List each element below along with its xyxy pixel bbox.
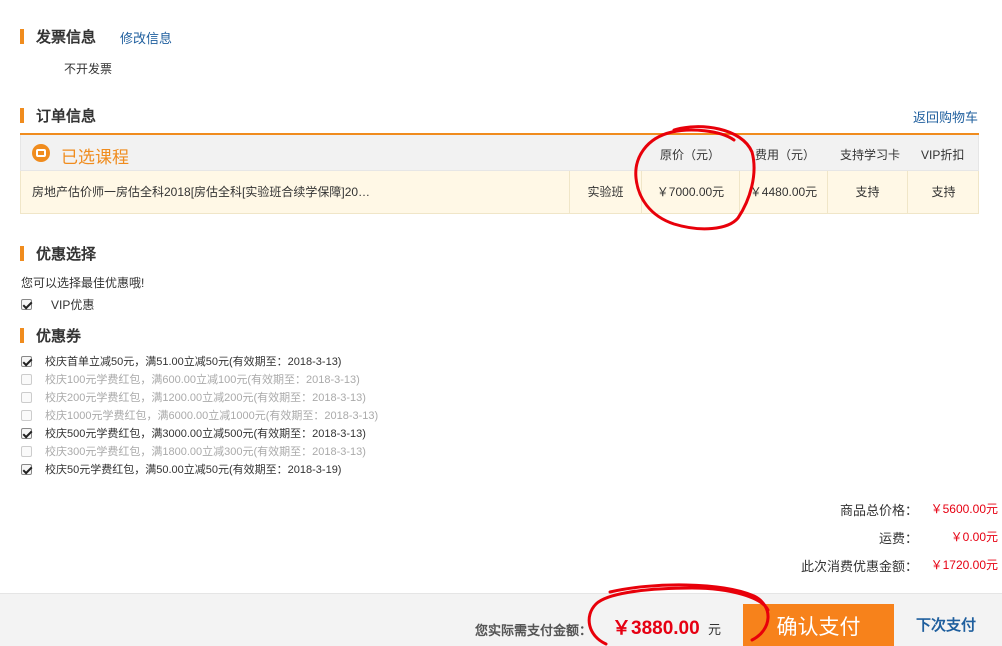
coupon-item: 校庆100元学费红包，满600.00立减100元(有效期至：2018-3-13) [21, 370, 378, 388]
original-price: ￥7000.00元 [641, 171, 739, 213]
coupon-label: 校庆300元学费红包，满1800.00立减300元(有效期至：2018-3-13… [45, 446, 366, 458]
vip-checkbox[interactable] [21, 299, 32, 310]
coupon-item[interactable]: 校庆首单立减50元，满51.00立减50元(有效期至：2018-3-13) [21, 352, 378, 370]
vip-discount-support: 支持 [907, 171, 979, 213]
header-vip-discount: VIP折扣 [921, 148, 965, 162]
course-name: 房地产估价师一房估全科2018[房估全科[实验班合续学保障]20… [32, 185, 371, 199]
shipping-label: 运费： [878, 531, 918, 546]
study-card-support: 支持 [827, 171, 907, 213]
coupon-checkbox[interactable] [21, 463, 32, 475]
selected-courses-label: 已选课程 [61, 148, 129, 167]
order-title: 订单信息 [36, 108, 97, 125]
back-to-cart-link[interactable]: 返回购物车 [913, 107, 978, 126]
order-table-header: 已选课程 原价（元） 费用（元） 支持学习卡 VIP折扣 [20, 135, 979, 171]
coupon-title: 优惠券 [36, 328, 82, 345]
coupon-checkbox [21, 373, 32, 385]
coupon-item: 校庆1000元学费红包，满6000.00立减1000元(有效期至：2018-3-… [21, 406, 378, 424]
discount-amount-label: 此次消费优惠金额： [800, 559, 918, 574]
section-marker [20, 108, 24, 123]
coupon-section-title: 优惠券 [20, 325, 81, 346]
discount-amount-value: ￥1720.00元 [930, 558, 998, 572]
payment-amount: ￥3880.00 [612, 618, 700, 639]
coupon-label: 校庆1000元学费红包，满6000.00立减1000元(有效期至：2018-3-… [45, 410, 379, 422]
shipping-row: 运费： ￥0.00元 [738, 528, 998, 547]
coupon-list: 校庆首单立减50元，满51.00立减50元(有效期至：2018-3-13) 校庆… [21, 352, 378, 478]
table-row: 房地产估价师一房估全科2018[房估全科[实验班合续学保障]20… 实验班 ￥7… [20, 171, 979, 214]
payment-unit: 元 [708, 622, 722, 637]
invoice-title: 发票信息 [36, 29, 97, 46]
coupon-item: 校庆200元学费红包，满1200.00立减200元(有效期至：2018-3-13… [21, 388, 378, 406]
invoice-section-title: 发票信息 [20, 26, 96, 47]
coupon-label: 校庆200元学费红包，满1200.00立减200元(有效期至：2018-3-13… [45, 392, 366, 404]
coupon-checkbox [21, 445, 32, 457]
pay-later-link[interactable]: 下次支付 [916, 614, 976, 635]
vip-discount-option[interactable]: VIP优惠 [21, 296, 94, 313]
play-icon [32, 144, 50, 162]
order-table: 已选课程 原价（元） 费用（元） 支持学习卡 VIP折扣 房地产估价师一房估全科… [20, 133, 979, 214]
discount-amount-row: 此次消费优惠金额： ￥1720.00元 [738, 556, 998, 575]
coupon-label: 校庆首单立减50元，满51.00立减50元(有效期至：2018-3-13) [45, 356, 342, 368]
confirm-payment-button[interactable]: 确认支付 [743, 604, 894, 646]
section-marker [20, 246, 24, 261]
invoice-value: 不开发票 [64, 62, 113, 76]
coupon-item[interactable]: 校庆500元学费红包，满3000.00立减500元(有效期至：2018-3-13… [21, 424, 378, 442]
coupon-checkbox [21, 409, 32, 421]
class-type: 实验班 [569, 171, 641, 213]
coupon-item: 校庆300元学费红包，满1800.00立减300元(有效期至：2018-3-13… [21, 442, 378, 460]
payment-bar: 您实际需支付金额： ￥3880.00 元 确认支付 下次支付 [0, 593, 1002, 646]
fee: ￥4480.00元 [739, 171, 827, 213]
total-price-value: ￥5600.00元 [930, 502, 998, 516]
total-price-label: 商品总价格： [839, 503, 918, 518]
coupon-label: 校庆50元学费红包，满50.00立减50元(有效期至：2018-3-19) [45, 464, 342, 476]
coupon-checkbox[interactable] [21, 355, 32, 367]
header-study-card: 支持学习卡 [840, 148, 901, 162]
discount-hint: 您可以选择最佳优惠哦! [21, 276, 145, 290]
section-marker [20, 29, 24, 44]
header-fee: 费用（元） [755, 148, 816, 162]
edit-invoice-link[interactable]: 修改信息 [120, 28, 172, 47]
coupon-checkbox [21, 391, 32, 403]
discount-title: 优惠选择 [36, 246, 97, 263]
header-original-price: 原价（元） [660, 148, 721, 162]
total-price-row: 商品总价格： ￥5600.00元 [738, 500, 998, 519]
coupon-label: 校庆500元学费红包，满3000.00立减500元(有效期至：2018-3-13… [45, 428, 366, 440]
section-marker [20, 328, 24, 343]
shipping-value: ￥0.00元 [950, 530, 998, 544]
vip-label: VIP优惠 [51, 298, 95, 312]
payment-label: 您实际需支付金额： [475, 623, 593, 638]
coupon-checkbox[interactable] [21, 427, 32, 439]
coupon-label: 校庆100元学费红包，满600.00立减100元(有效期至：2018-3-13) [45, 374, 360, 386]
order-section-title: 订单信息 [20, 105, 96, 126]
coupon-item[interactable]: 校庆50元学费红包，满50.00立减50元(有效期至：2018-3-19) [21, 460, 378, 478]
discount-section-title: 优惠选择 [20, 243, 96, 264]
